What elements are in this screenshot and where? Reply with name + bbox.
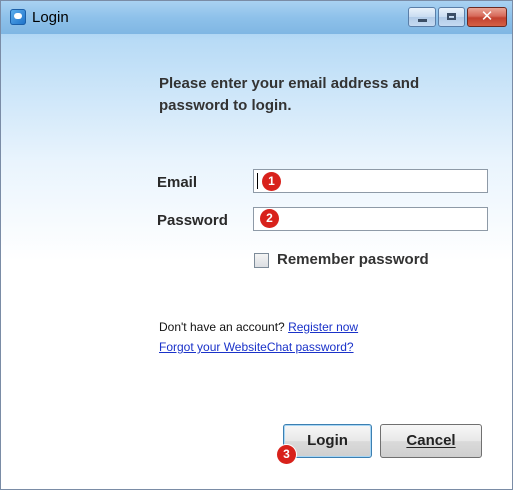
forgot-password-link[interactable]: Forgot your WebsiteChat password? [159,340,354,354]
minimize-button[interactable] [408,7,436,27]
cancel-button[interactable]: Cancel [380,424,482,458]
register-now-link[interactable]: Register now [288,320,358,334]
step-marker-2: 2 [260,209,279,228]
login-dialog: Login ✕ Please enter your email address … [0,0,513,490]
cancel-button-label: Cancel [406,432,456,449]
close-button[interactable]: ✕ [467,7,507,27]
maximize-icon [447,13,456,20]
no-account-row: Don't have an account? Register now [159,320,358,334]
remember-password-checkbox[interactable] [254,253,269,268]
no-account-text: Don't have an account? [159,320,285,334]
remember-password-label[interactable]: Remember password [277,251,429,268]
password-field[interactable] [253,207,488,231]
minimize-icon [418,19,427,22]
email-label: Email [157,174,198,191]
forgot-password-row: Forgot your WebsiteChat password? [159,340,354,354]
instruction-text: Please enter your email address and pass… [159,75,420,114]
maximize-button[interactable] [438,7,465,27]
title-bar[interactable]: Login ✕ [1,1,512,34]
email-field[interactable] [253,169,488,193]
step-marker-1: 1 [262,172,281,191]
login-button[interactable]: Login [283,424,372,458]
step-marker-3: 3 [277,445,296,464]
window-title: Login [32,9,69,26]
password-label: Password [157,212,228,229]
close-icon: ✕ [480,7,494,25]
app-chat-icon [10,9,26,25]
text-caret [257,173,258,189]
